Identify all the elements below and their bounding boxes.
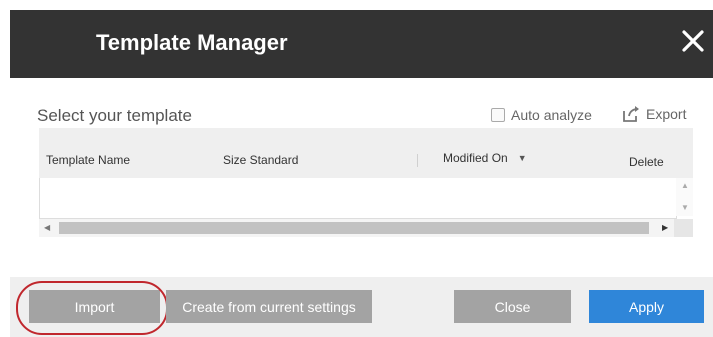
close-button[interactable]: Close (454, 290, 571, 323)
auto-analyze-label: Auto analyze (511, 107, 592, 123)
dialog-header: Template Manager (10, 10, 713, 78)
auto-analyze-checkbox[interactable] (491, 108, 505, 122)
column-delete: Delete (629, 155, 664, 169)
dialog-title: Template Manager (96, 30, 288, 55)
template-manager-dialog: Template Manager Select your template Au… (10, 10, 713, 337)
auto-analyze-toggle[interactable]: Auto analyze (491, 107, 592, 123)
annotation-circle (16, 281, 168, 335)
table-header: Template Name Size Standard Modified On … (39, 128, 693, 178)
column-modified-label: Modified On (443, 151, 508, 165)
dialog-footer: Import Create from current settings Clos… (10, 277, 713, 337)
scroll-down-icon[interactable]: ▼ (681, 203, 689, 212)
scrollbar-thumb[interactable] (59, 222, 649, 234)
scroll-right-icon[interactable]: ▶ (662, 223, 668, 232)
export-button[interactable]: Export (622, 105, 686, 123)
export-label: Export (646, 106, 687, 122)
column-modified-on[interactable]: Modified On ▼ (443, 151, 527, 165)
window-top-edge (0, 0, 713, 13)
scroll-up-icon[interactable]: ▲ (681, 181, 689, 190)
close-icon[interactable] (678, 26, 708, 56)
create-from-settings-button[interactable]: Create from current settings (166, 290, 372, 323)
scrollbar-corner (674, 219, 693, 237)
select-template-label: Select your template (37, 106, 192, 125)
column-divider (417, 154, 418, 167)
column-size-standard[interactable]: Size Standard (223, 153, 298, 167)
vertical-scrollbar[interactable]: ▲ ▼ (676, 178, 693, 216)
horizontal-scrollbar[interactable]: ◀ ▶ (39, 219, 674, 237)
scroll-left-icon[interactable]: ◀ (44, 223, 50, 232)
template-list[interactable] (39, 178, 677, 219)
apply-button[interactable]: Apply (589, 290, 704, 323)
export-icon (623, 106, 639, 122)
column-template-name[interactable]: Template Name (46, 153, 130, 167)
caret-down-icon: ▼ (517, 153, 527, 163)
